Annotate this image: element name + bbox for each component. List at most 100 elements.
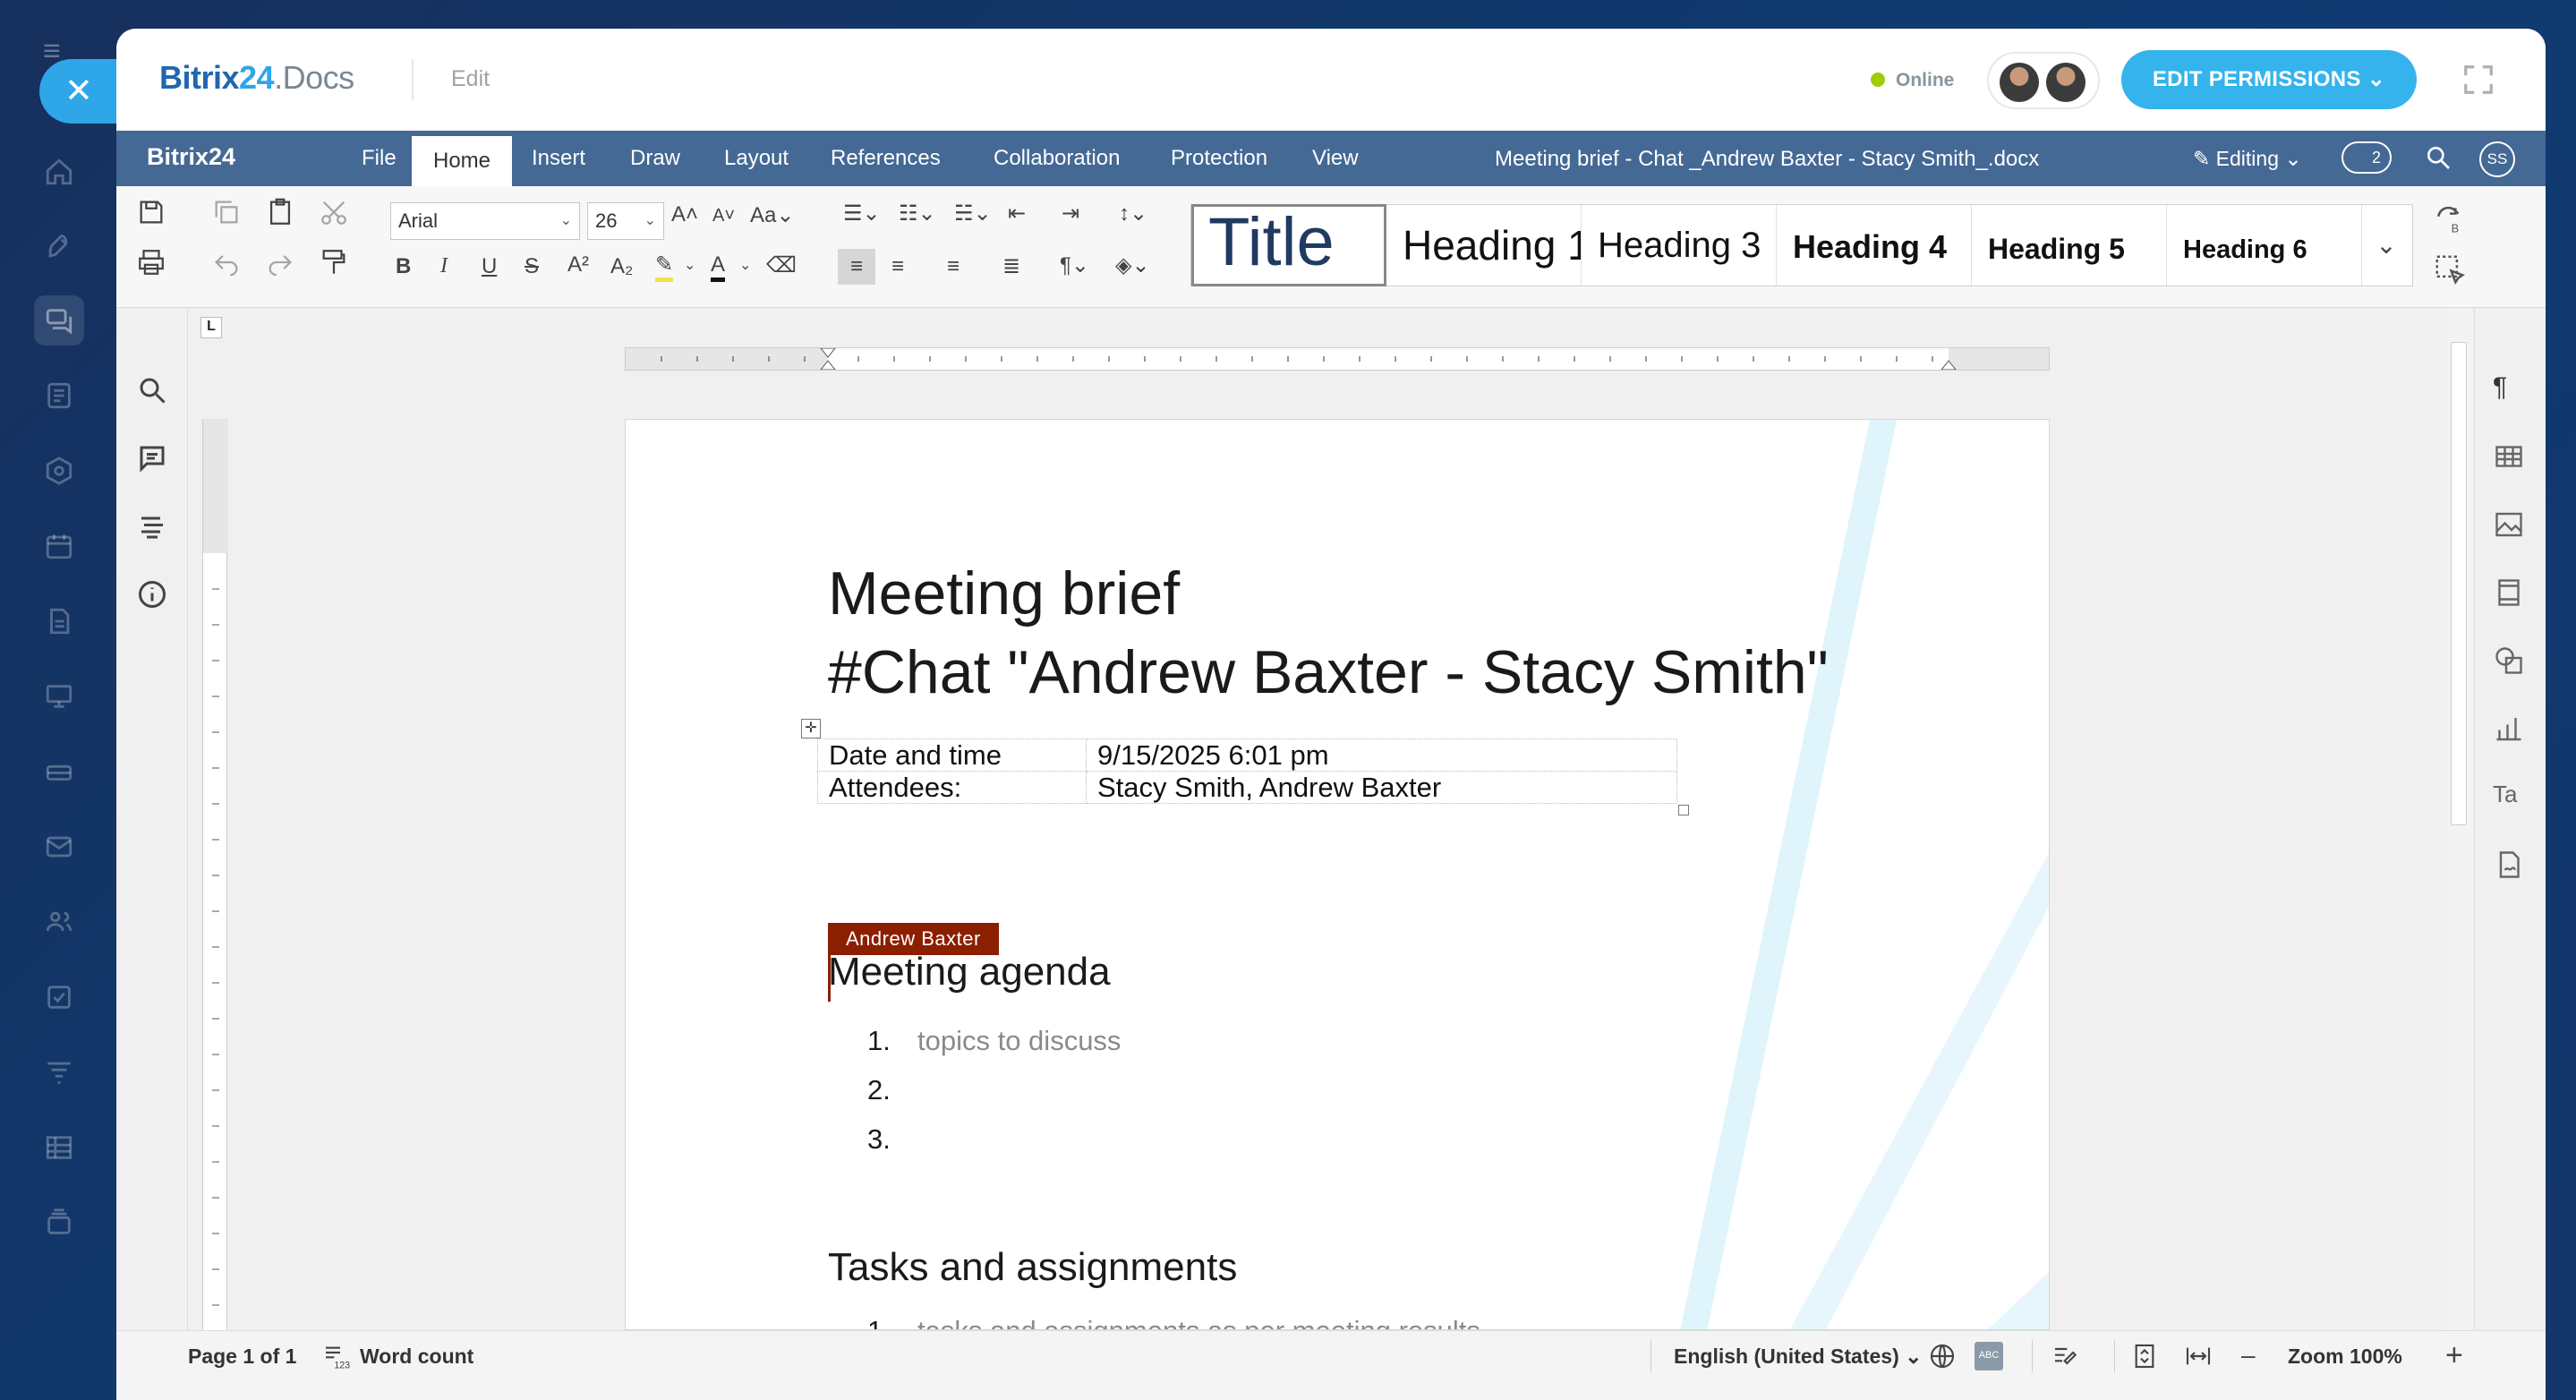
bullet-list-icon[interactable]: ☰⌄ [843, 201, 881, 226]
save-icon[interactable] [136, 197, 166, 234]
fullscreen-icon[interactable] [2461, 63, 2495, 97]
agenda-list[interactable]: 1. topics to discuss 2. 3. [867, 1016, 1121, 1164]
paste-icon[interactable] [265, 197, 295, 234]
replace-icon[interactable]: B [2433, 202, 2467, 236]
edit-permissions-button[interactable]: EDIT PERMISSIONS ⌄ [2121, 50, 2417, 109]
rocket-icon[interactable] [34, 222, 84, 272]
redo-icon[interactable] [265, 247, 295, 284]
font-color-icon[interactable]: A [711, 252, 726, 282]
header-footer-icon[interactable] [2493, 576, 2525, 609]
people-icon[interactable] [34, 897, 84, 947]
document-icon[interactable] [34, 596, 84, 646]
subscript-icon[interactable]: A₂ [610, 254, 633, 279]
paragraph-settings-icon[interactable]: ¶ [2493, 372, 2525, 405]
comments-icon[interactable] [136, 442, 168, 474]
vertical-ruler[interactable]: L [192, 308, 243, 1330]
zoom-level[interactable]: Zoom 100% [2288, 1331, 2402, 1381]
table-settings-icon[interactable] [2493, 440, 2525, 473]
document-title-heading[interactable]: Meeting brief #Chat "Andrew Baxter - Sta… [828, 554, 1829, 712]
info-icon[interactable] [136, 578, 168, 610]
format-painter-icon[interactable] [319, 247, 349, 284]
style-title[interactable]: Title [1191, 204, 1386, 286]
document-page[interactable]: Meeting brief #Chat "Andrew Baxter - Sta… [625, 419, 2050, 1330]
highlight-icon[interactable]: ✎ [655, 252, 674, 282]
style-heading-1[interactable]: Heading 1 [1386, 205, 1582, 286]
agenda-heading[interactable]: Meeting agenda [828, 950, 1111, 995]
style-heading-6[interactable]: Heading 6 [2167, 205, 2362, 286]
italic-icon[interactable]: I [440, 254, 448, 278]
user-avatar[interactable]: SS [2479, 141, 2515, 177]
tab-file[interactable]: File [340, 131, 418, 186]
table-cell-value[interactable]: 9/15/2025 6:01 pm [1086, 738, 1677, 772]
increase-indent-icon[interactable]: ⇥ [1062, 201, 1079, 226]
styles-expand-chevron-icon[interactable]: ⌄ [2360, 205, 2412, 286]
undo-icon[interactable] [211, 247, 242, 284]
print-icon[interactable] [136, 247, 166, 284]
align-center-icon[interactable]: ≡ [891, 249, 904, 285]
multilevel-list-icon[interactable]: ☵⌄ [954, 201, 992, 226]
tab-protection[interactable]: Protection [1149, 131, 1289, 186]
navigation-icon[interactable] [136, 510, 168, 542]
align-right-icon[interactable]: ≡ [947, 249, 960, 285]
presentation-icon[interactable] [34, 671, 84, 721]
hexagon-icon[interactable] [34, 446, 84, 496]
line-spacing-icon[interactable]: ↕⌄ [1119, 201, 1147, 226]
superscript-icon[interactable]: A² [567, 252, 589, 277]
tasks-heading[interactable]: Tasks and assignments [828, 1245, 1237, 1290]
shape-settings-icon[interactable] [2493, 645, 2525, 677]
clear-formatting-icon[interactable]: ⌫ [766, 252, 797, 278]
language-select[interactable]: English (United States) ⌄ [1674, 1331, 1922, 1381]
align-left-icon[interactable]: ≡ [838, 249, 875, 285]
table-cell-key[interactable]: Date and time [817, 738, 1087, 772]
tab-collaboration[interactable]: Collaboration [972, 131, 1141, 186]
track-changes-icon[interactable] [2051, 1342, 2080, 1370]
table-resize-handle[interactable] [1678, 805, 1689, 815]
calendar-icon[interactable] [34, 521, 84, 571]
globe-icon[interactable] [1928, 1342, 1957, 1370]
tasks-icon[interactable] [34, 972, 84, 1022]
style-heading-5[interactable]: Heading 5 [1972, 205, 2167, 286]
grid-icon[interactable] [34, 1123, 84, 1173]
fit-page-icon[interactable] [2130, 1342, 2159, 1370]
tasks-list[interactable]: 1.tasks and assignments as per meeting r… [867, 1306, 1480, 1329]
tab-home[interactable]: Home [412, 136, 513, 186]
horizontal-ruler[interactable] [625, 347, 2050, 371]
chevron-down-icon[interactable]: ⌄ [684, 256, 695, 274]
word-count-button[interactable]: Word count [360, 1331, 473, 1381]
chart-settings-icon[interactable] [2493, 713, 2525, 745]
drive-icon[interactable] [34, 747, 84, 797]
info-table[interactable]: Date and time 9/15/2025 6:01 pm Attendee… [817, 738, 1677, 804]
select-icon[interactable] [2433, 252, 2467, 286]
signature-icon[interactable] [2493, 849, 2525, 881]
increase-font-icon[interactable]: A˄ [671, 202, 698, 227]
table-cell-value[interactable]: Stacy Smith, Andrew Baxter [1086, 771, 1677, 804]
copy-icon[interactable] [211, 197, 242, 234]
style-heading-3[interactable]: Heading 3 [1582, 205, 1777, 286]
close-slider-button[interactable]: ✕ [39, 59, 122, 124]
feed-icon[interactable] [34, 371, 84, 421]
image-settings-icon[interactable] [2493, 508, 2525, 541]
bold-icon[interactable]: B [396, 254, 411, 279]
participants-avatars[interactable] [1987, 52, 2100, 109]
editing-mode-dropdown[interactable]: ✎ Editing ⌄ [2193, 147, 2302, 171]
chat-icon[interactable] [34, 295, 84, 346]
tab-stop-selector[interactable]: L [200, 317, 222, 338]
table-cell-key[interactable]: Attendees: [817, 771, 1087, 804]
shading-icon[interactable]: ◈⌄ [1115, 252, 1150, 278]
decrease-indent-icon[interactable]: ⇤ [1008, 201, 1026, 226]
font-size-select[interactable]: 26 ⌄ [587, 202, 664, 240]
zoom-out-icon[interactable]: – [2241, 1342, 2270, 1370]
tab-layout[interactable]: Layout [703, 131, 810, 186]
text-art-icon[interactable]: Ta [2493, 781, 2525, 813]
search-icon[interactable] [136, 374, 168, 406]
tab-insert[interactable]: Insert [510, 131, 607, 186]
font-name-select[interactable]: Arial ⌄ [390, 202, 580, 240]
fit-width-icon[interactable] [2184, 1342, 2213, 1370]
scrollbar-thumb[interactable] [2451, 342, 2467, 825]
stack-icon[interactable] [34, 1198, 84, 1248]
mail-icon[interactable] [34, 822, 84, 872]
vertical-scrollbar[interactable] [2447, 308, 2472, 1330]
change-case-icon[interactable]: Aa⌄ [750, 202, 794, 228]
tab-view[interactable]: View [1291, 131, 1380, 186]
table-move-handle-icon[interactable]: ✛ [801, 719, 821, 738]
